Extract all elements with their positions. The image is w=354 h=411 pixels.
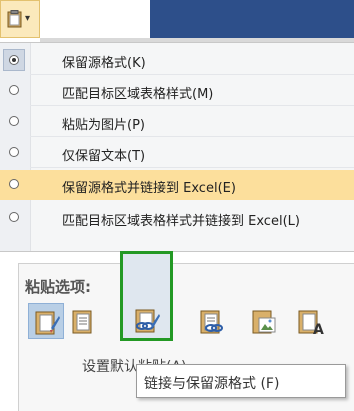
menu-item-label: 保留源格式(K) [62, 56, 146, 71]
keep-text-only-button[interactable]: A [292, 303, 328, 339]
picture-button[interactable] [246, 303, 282, 339]
menu-item-match-destination-style[interactable]: 匹配目标区域表格样式(M) [0, 76, 354, 106]
radio-icon [9, 212, 19, 222]
radio-icon [9, 85, 19, 95]
menu-item-paste-as-picture[interactable]: 粘贴为图片(P) [0, 107, 354, 137]
tooltip-text: 链接与保留源格式 (F) [144, 376, 280, 392]
menu-item-keep-text-only[interactable]: 仅保留文本(T) [0, 138, 354, 168]
menu-item-label: 保留源格式并链接到 Excel(E) [62, 181, 236, 196]
link-destination-styles-button[interactable] [194, 303, 230, 339]
keep-source-formatting-icon [35, 311, 60, 335]
keep-text-only-icon: A [298, 310, 324, 335]
radio-selected-icon [9, 55, 19, 65]
paste-split-button[interactable]: ▾ [0, 0, 40, 38]
menu-item-match-style-link-excel[interactable]: 匹配目标区域表格样式并链接到 Excel(L) [0, 203, 354, 233]
menu-item-label: 匹配目标区域表格样式(M) [62, 87, 214, 102]
divider [30, 74, 354, 75]
menu-item-keep-source-link-excel[interactable]: 保留源格式并链接到 Excel(E) [0, 170, 354, 200]
divider [30, 136, 354, 137]
title-band [150, 0, 354, 40]
picture-icon [252, 310, 276, 334]
link-destination-styles-icon [200, 310, 223, 334]
divider [30, 105, 354, 106]
use-destination-styles-icon [72, 310, 92, 334]
divider [30, 167, 354, 168]
menu-item-keep-source-format[interactable]: 保留源格式(K) [0, 45, 354, 75]
menu-item-label: 匹配目标区域表格样式并链接到 Excel(L) [62, 214, 300, 229]
clipboard-icon [7, 10, 23, 32]
svg-text:A: A [313, 322, 324, 335]
paste-options-menu: 保留源格式(K) 匹配目标区域表格样式(M) 粘贴为图片(P) 仅保留文本(T)… [0, 42, 354, 252]
keep-source-formatting-button[interactable] [28, 303, 64, 339]
radio-icon [9, 116, 19, 126]
menu-item-label: 仅保留文本(T) [62, 149, 146, 164]
link-keep-source-button[interactable] [120, 251, 173, 341]
use-destination-styles-button[interactable] [66, 303, 102, 339]
paste-options-title: 粘贴选项: [25, 278, 91, 296]
top-strip: ▾ [0, 0, 354, 42]
chevron-down-icon[interactable]: ▾ [25, 13, 30, 24]
radio-icon [9, 147, 19, 157]
radio-icon [9, 179, 19, 189]
menu-item-label: 粘贴为图片(P) [62, 118, 145, 133]
link-keep-source-icon [135, 309, 160, 333]
tooltip: 链接与保留源格式 (F) [136, 364, 346, 398]
